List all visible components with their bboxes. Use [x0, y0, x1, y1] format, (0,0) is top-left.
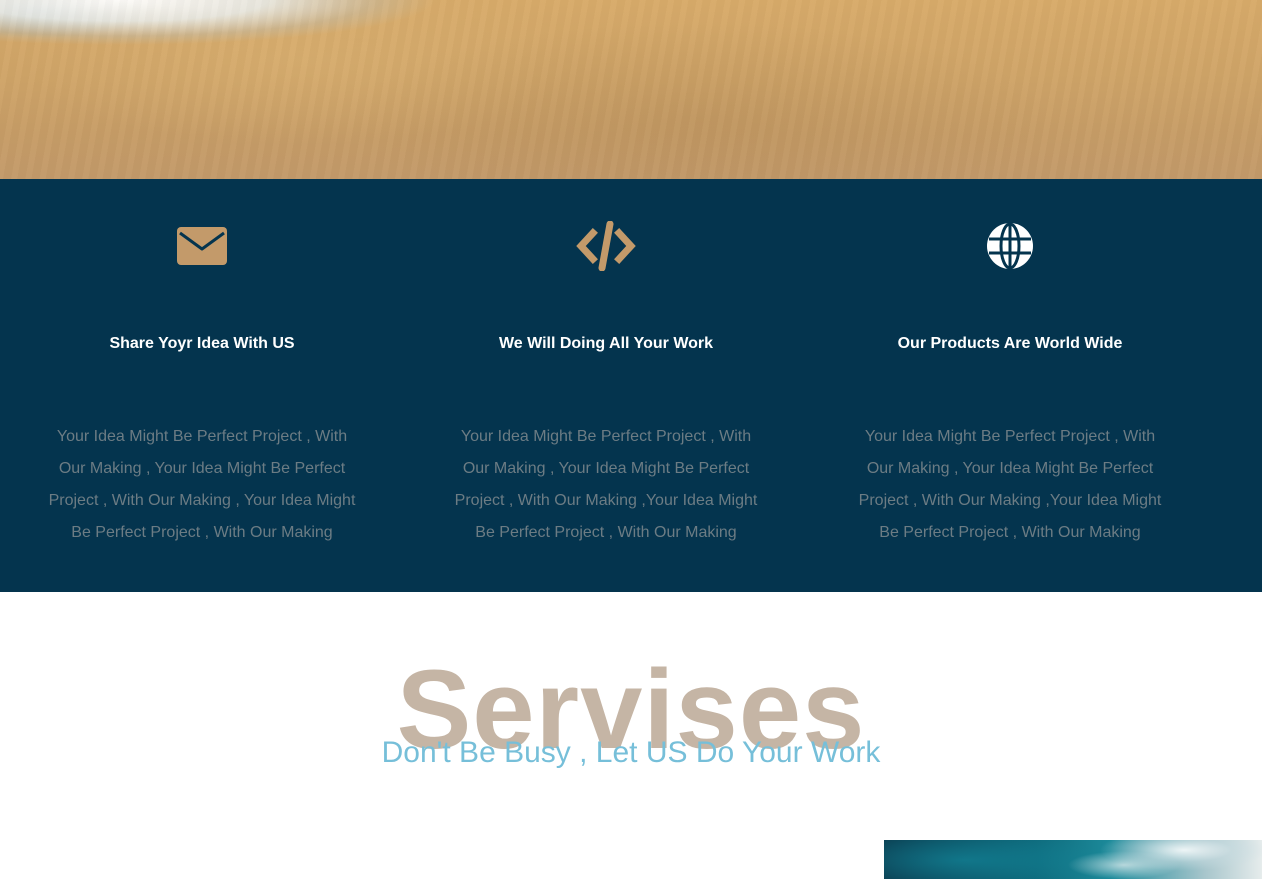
hero-beach-image	[0, 0, 1262, 179]
page: Share Yoyr Idea With US Your Idea Might …	[0, 0, 1262, 879]
services-subtitle: Don't Be Busy , Let US Do Your Work	[381, 736, 881, 769]
feature-world-wide: Our Products Are World Wide Your Idea Mi…	[808, 179, 1212, 592]
feature-description: Your Idea Might Be Perfect Project , Wit…	[48, 428, 356, 541]
feature-description: Your Idea Might Be Perfect Project , Wit…	[858, 428, 1162, 541]
ocean-image	[884, 840, 1262, 879]
feature-title: Share Yoyr Idea With US	[109, 335, 295, 352]
globe-icon	[808, 221, 1212, 271]
feature-description: Your Idea Might Be Perfect Project , Wit…	[454, 428, 758, 541]
code-icon	[404, 221, 808, 271]
feature-doing-work: We Will Doing All Your Work Your Idea Mi…	[404, 179, 808, 592]
features-section: Share Yoyr Idea With US Your Idea Might …	[0, 179, 1262, 592]
envelope-icon	[0, 221, 404, 271]
feature-share-idea: Share Yoyr Idea With US Your Idea Might …	[0, 179, 404, 592]
feature-title: Our Products Are World Wide	[897, 335, 1123, 352]
feature-title: We Will Doing All Your Work	[498, 335, 714, 352]
